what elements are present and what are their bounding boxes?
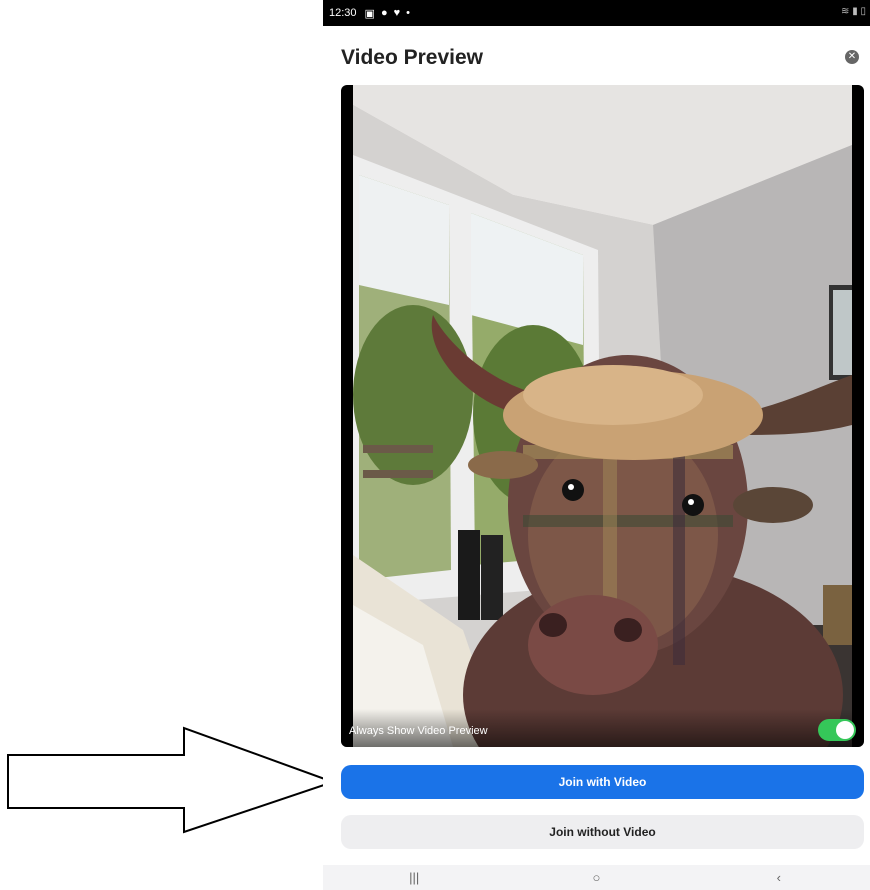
phone-screen: 12:30 ▣ ● ♥ • ≋ ▮ ▯ Video Preview ✕ Alwa… [323, 0, 870, 890]
close-icon[interactable]: ✕ [845, 50, 859, 64]
always-show-bar: Always Show Video Preview [341, 709, 864, 747]
always-show-toggle[interactable] [818, 719, 856, 741]
signal-icon: ▮ [852, 6, 858, 17]
messenger-icon: ● [380, 7, 388, 19]
toggle-knob [836, 721, 854, 739]
dot-icon: • [406, 7, 410, 19]
annotation-arrow [7, 726, 337, 834]
camera-feed-image [353, 85, 852, 747]
back-icon[interactable]: ‹ [749, 870, 809, 885]
recents-icon[interactable]: ||| [384, 870, 444, 885]
system-nav-bar: ||| ○ ‹ [323, 865, 870, 890]
gallery-icon: ▣ [364, 7, 375, 20]
battery-icon: ▯ [860, 6, 866, 17]
join-with-video-button[interactable]: Join with Video [341, 765, 864, 799]
status-bar: 12:30 ▣ ● ♥ • ≋ ▮ ▯ [323, 0, 870, 26]
always-show-label: Always Show Video Preview [349, 725, 488, 737]
status-time: 12:30 [329, 7, 357, 19]
wifi-icon: ≋ [841, 6, 850, 17]
page-title: Video Preview [341, 46, 484, 69]
join-without-video-button[interactable]: Join without Video [341, 815, 864, 849]
video-preview: Always Show Video Preview [341, 85, 864, 747]
home-icon[interactable]: ○ [566, 870, 626, 885]
status-right-icons: ≋ ▮ ▯ [841, 6, 866, 17]
vpn-icon: ♥ [393, 7, 401, 19]
